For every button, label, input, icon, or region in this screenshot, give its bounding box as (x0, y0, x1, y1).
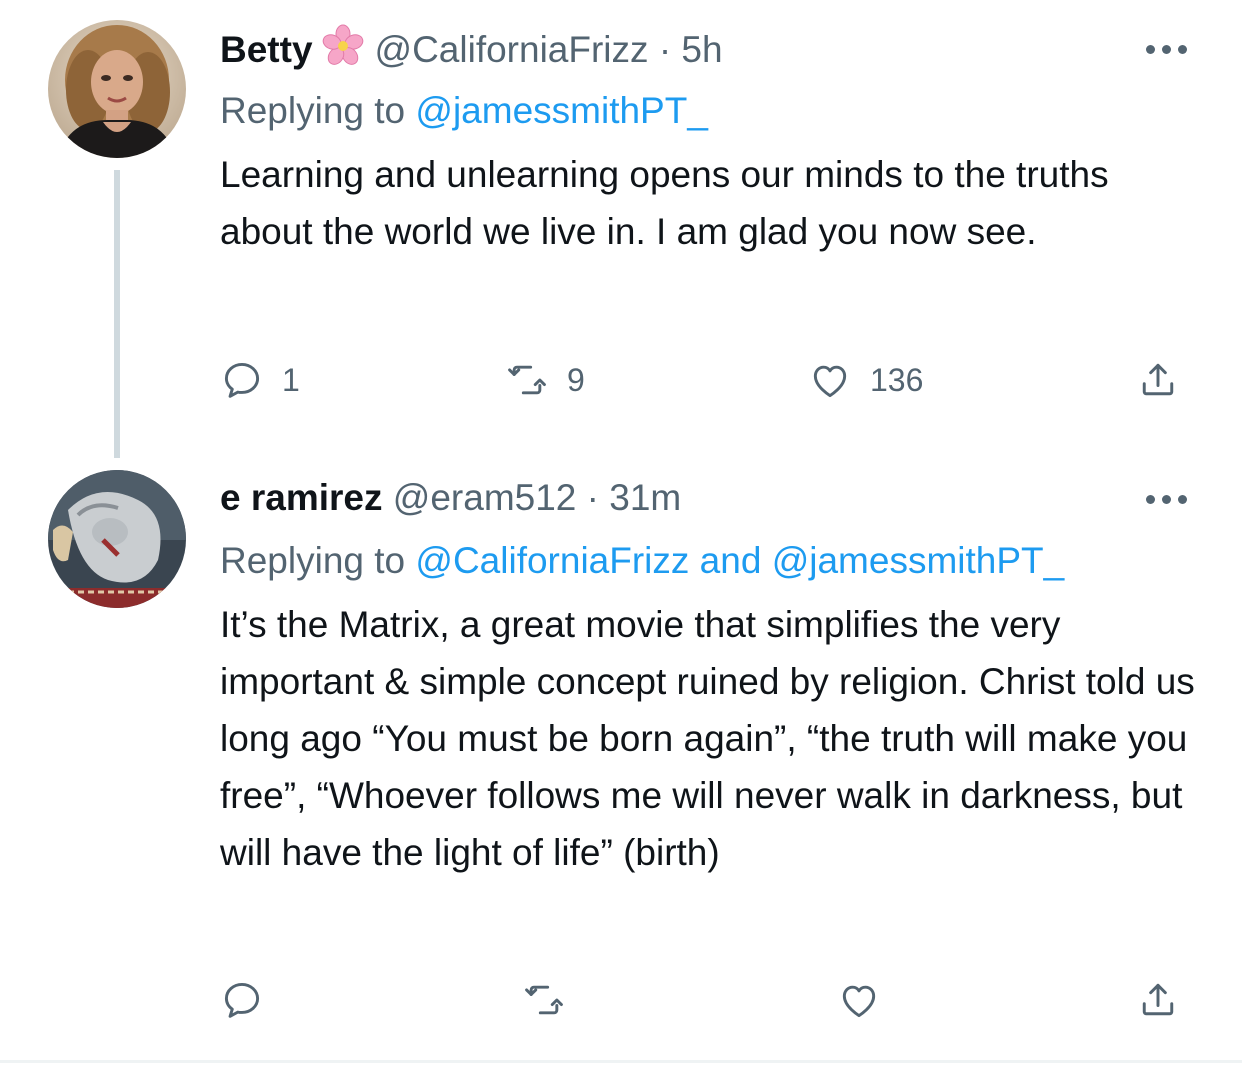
retweet-count: 9 (567, 361, 585, 398)
tweet-text: Learning and unlearning opens our minds … (220, 154, 1109, 252)
mention-joiner[interactable]: and (700, 540, 762, 581)
retweet-button[interactable]: 9 (505, 356, 585, 404)
like-button[interactable]: 136 (808, 356, 923, 404)
author-handle[interactable]: @CaliforniaFrizz (375, 29, 649, 70)
tweet-actions: 1 9 136 (220, 356, 1210, 404)
share-icon (1142, 983, 1174, 1016)
meta-separator: · (586, 477, 599, 518)
replying-to-prefix: Replying to (220, 90, 406, 131)
avatar-betty[interactable] (48, 20, 186, 158)
more-options-button[interactable] (1142, 37, 1192, 61)
reply-count: 1 (282, 361, 300, 398)
mention-link[interactable]: @jamessmithPT_ (772, 540, 1065, 581)
mention-link[interactable]: @CaliforniaFrizz (415, 540, 689, 581)
more-dot-icon (1178, 45, 1187, 54)
heart-icon (813, 365, 847, 398)
retweet-icon (508, 365, 546, 395)
like-count: 136 (870, 361, 924, 398)
avatar-photo-icon (48, 470, 186, 608)
reply-icon (224, 362, 260, 398)
share-icon (1142, 363, 1174, 396)
replying-to-prefix: Replying to (220, 540, 406, 581)
thread-connector-line (114, 170, 120, 458)
tweet-eramirez[interactable]: e ramirez @eram512 · 31m Replying to @Ca… (0, 460, 1242, 1060)
reply-icon (224, 982, 260, 1018)
cherry-blossom-icon (321, 24, 365, 80)
more-dot-icon (1178, 495, 1187, 504)
tweet-header: e ramirez @eram512 · 31m (220, 474, 681, 522)
like-button[interactable] (837, 976, 899, 1024)
author-handle[interactable]: @eram512 (393, 477, 577, 518)
mention-link[interactable]: @jamessmithPT_ (415, 90, 708, 131)
author-name[interactable]: Betty (220, 29, 313, 70)
retweet-icon (525, 985, 563, 1015)
tweet-text: It’s the Matrix, a great movie that simp… (220, 604, 1195, 873)
reply-button[interactable]: 1 (220, 356, 300, 404)
more-options-button[interactable] (1142, 487, 1192, 511)
more-dot-icon (1162, 495, 1171, 504)
more-dot-icon (1162, 45, 1171, 54)
tweet-timestamp[interactable]: 5h (681, 29, 722, 70)
replying-to: Replying to @jamessmithPT_ (220, 87, 708, 135)
replying-to: Replying to @CaliforniaFrizz and @jamess… (220, 537, 1064, 585)
more-dot-icon (1146, 45, 1155, 54)
tweet-timestamp[interactable]: 31m (609, 477, 681, 518)
heart-icon (842, 985, 876, 1018)
avatar-photo-icon (48, 20, 186, 158)
tweet-actions (220, 976, 1210, 1024)
tweet-betty[interactable]: Betty @CaliforniaFrizz · 5h Replying to … (0, 0, 1242, 460)
tweet-header: Betty @CaliforniaFrizz · 5h (220, 24, 723, 80)
meta-separator: · (658, 29, 672, 70)
share-button[interactable] (1136, 356, 1180, 404)
share-button[interactable] (1136, 976, 1180, 1024)
more-dot-icon (1146, 495, 1155, 504)
avatar-eramirez[interactable] (48, 470, 186, 608)
tweet-divider (0, 1060, 1242, 1063)
reply-button[interactable] (220, 976, 282, 1024)
author-name[interactable]: e ramirez (220, 477, 383, 518)
retweet-button[interactable] (522, 976, 584, 1024)
